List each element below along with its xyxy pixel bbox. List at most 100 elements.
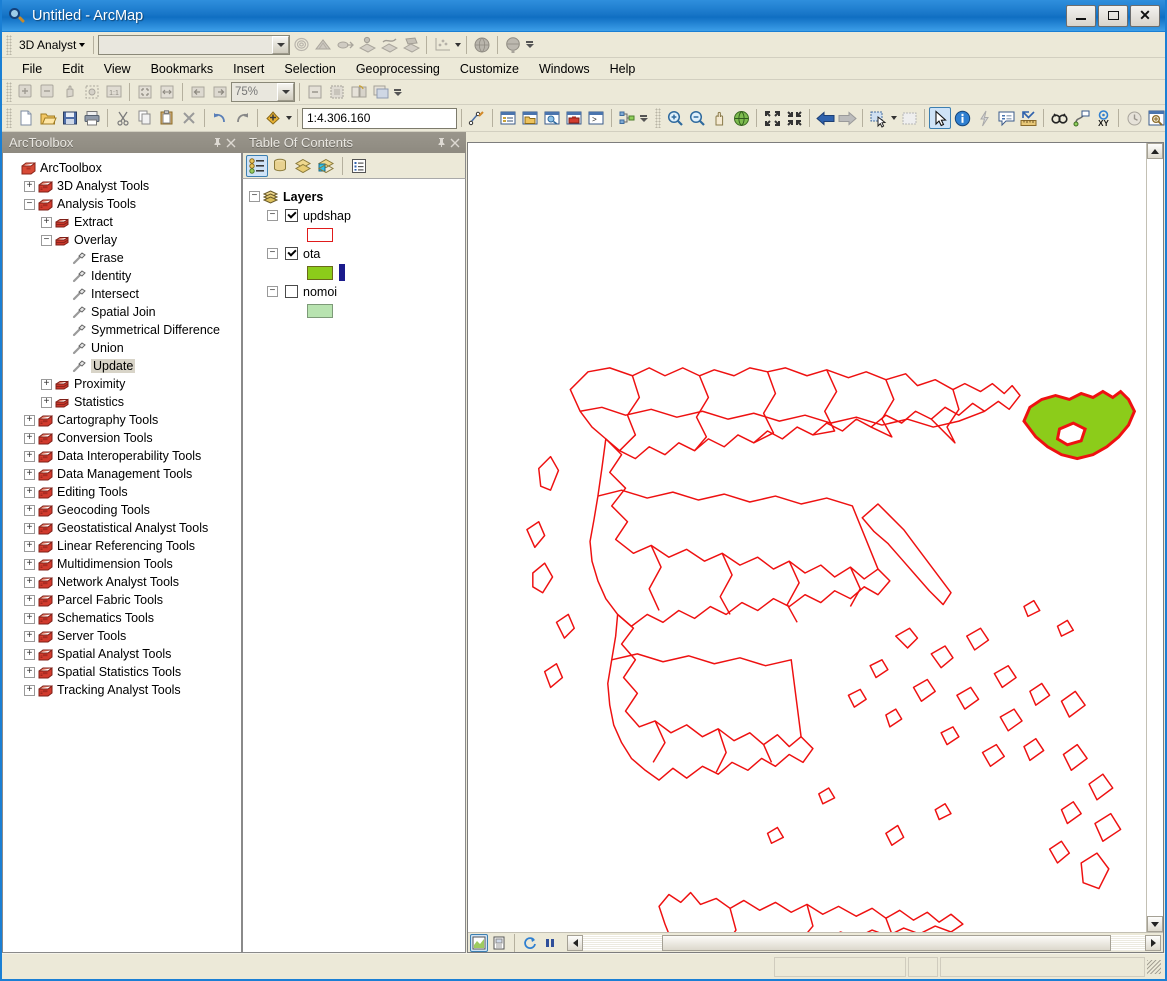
- copy-icon[interactable]: [134, 107, 156, 129]
- expand-toggle-icon[interactable]: +: [24, 432, 35, 444]
- toolbox-node[interactable]: + Network Analyst Tools: [7, 573, 241, 591]
- menu-selection[interactable]: Selection: [274, 60, 345, 78]
- zoom-out-fixed-icon[interactable]: [783, 107, 805, 129]
- vscroll-track[interactable]: [1147, 159, 1163, 916]
- arcglobe-icon[interactable]: [502, 34, 524, 56]
- list-by-selection-icon[interactable]: [315, 155, 337, 177]
- table-of-contents-icon[interactable]: [497, 107, 519, 129]
- toolbar-overflow-button[interactable]: [392, 81, 403, 103]
- expand-toggle-icon[interactable]: +: [41, 396, 52, 408]
- scroll-left-icon[interactable]: [567, 934, 583, 951]
- expand-toggle-icon[interactable]: +: [24, 504, 35, 516]
- zoom-page-width-icon[interactable]: [156, 81, 178, 103]
- collapse-toggle-icon[interactable]: −: [24, 198, 35, 210]
- scroll-up-icon[interactable]: [1147, 143, 1163, 159]
- editor-toolbar-icon[interactable]: [466, 107, 488, 129]
- toolbox-node[interactable]: + Parcel Fabric Tools: [7, 591, 241, 609]
- collapse-toggle-icon[interactable]: −: [267, 286, 278, 297]
- back-extent-icon[interactable]: [814, 107, 836, 129]
- scatter-plot-icon[interactable]: [431, 34, 453, 56]
- expand-toggle-icon[interactable]: +: [24, 666, 35, 678]
- pin-icon[interactable]: [210, 135, 224, 151]
- toolbox-node[interactable]: Update: [7, 357, 241, 375]
- expand-toggle-icon[interactable]: +: [24, 648, 35, 660]
- toggle-draft-mode-icon[interactable]: [304, 81, 326, 103]
- pause-drawing-icon[interactable]: [541, 934, 559, 952]
- open-icon[interactable]: [37, 107, 59, 129]
- layout-view-icon[interactable]: [490, 934, 508, 952]
- forward-extent-icon[interactable]: [836, 107, 858, 129]
- expand-toggle-icon[interactable]: +: [24, 450, 35, 462]
- close-icon[interactable]: [448, 135, 462, 151]
- full-extent-icon[interactable]: [730, 107, 752, 129]
- map-vertical-scrollbar[interactable]: [1146, 143, 1163, 932]
- expand-toggle-icon[interactable]: +: [41, 216, 52, 228]
- change-layout-icon[interactable]: [348, 81, 370, 103]
- arctoolbox-icon[interactable]: [563, 107, 585, 129]
- toc-layer-row[interactable]: − updshap: [249, 206, 465, 225]
- menu-geoprocessing[interactable]: Geoprocessing: [346, 60, 450, 78]
- print-icon[interactable]: [81, 107, 103, 129]
- menu-insert[interactable]: Insert: [223, 60, 274, 78]
- layer-visibility-checkbox[interactable]: [285, 285, 298, 298]
- select-elements-icon[interactable]: [929, 107, 951, 129]
- find-route-icon[interactable]: [1070, 107, 1092, 129]
- toolbox-node[interactable]: + Linear Referencing Tools: [7, 537, 241, 555]
- resize-grip-icon[interactable]: [1147, 959, 1161, 974]
- toolbar-overflow-button[interactable]: [524, 34, 535, 56]
- menu-help[interactable]: Help: [600, 60, 646, 78]
- collapse-toggle-icon[interactable]: −: [267, 210, 278, 221]
- toolbox-node[interactable]: + Conversion Tools: [7, 429, 241, 447]
- toolbar-gripper[interactable]: [6, 82, 12, 102]
- chevron-down-icon[interactable]: [284, 107, 293, 129]
- 3d-analyst-menu-button[interactable]: 3D Analyst: [15, 36, 89, 54]
- toolbox-node[interactable]: + Schematics Tools: [7, 609, 241, 627]
- create-viewer-window-icon[interactable]: [1145, 107, 1167, 129]
- chevron-down-icon[interactable]: [889, 107, 898, 129]
- zoom-in-icon[interactable]: [664, 107, 686, 129]
- toolbox-node[interactable]: − Analysis Tools: [7, 195, 241, 213]
- toolbox-node[interactable]: Spatial Join: [7, 303, 241, 321]
- search-window-icon[interactable]: [541, 107, 563, 129]
- line-interpolation-icon[interactable]: [378, 34, 400, 56]
- collapse-toggle-icon[interactable]: −: [267, 248, 278, 259]
- hyperlink-icon[interactable]: [973, 107, 995, 129]
- find-icon[interactable]: [1048, 107, 1070, 129]
- layer-symbol-swatch[interactable]: [307, 303, 333, 318]
- paste-icon[interactable]: [156, 107, 178, 129]
- collapse-toggle-icon[interactable]: −: [41, 234, 52, 246]
- toc-tree-container[interactable]: − Layers − updshap − ota − nomoi: [242, 179, 466, 953]
- layer-symbol-row[interactable]: [249, 263, 465, 282]
- toolbox-node[interactable]: ArcToolbox: [7, 159, 241, 177]
- add-data-icon[interactable]: [262, 107, 284, 129]
- maximize-button[interactable]: [1098, 4, 1128, 27]
- pan-icon[interactable]: [59, 81, 81, 103]
- menu-customize[interactable]: Customize: [450, 60, 529, 78]
- expand-toggle-icon[interactable]: +: [24, 684, 35, 696]
- zoom-out-icon[interactable]: [37, 81, 59, 103]
- minimize-button[interactable]: [1066, 4, 1096, 27]
- globe-scene-icon[interactable]: [471, 34, 493, 56]
- go-to-xy-icon[interactable]: XY: [1092, 107, 1114, 129]
- cut-icon[interactable]: [112, 107, 134, 129]
- identify-icon[interactable]: [951, 107, 973, 129]
- close-icon[interactable]: [224, 135, 238, 151]
- expand-toggle-icon[interactable]: +: [24, 576, 35, 588]
- area-interpolation-icon[interactable]: [400, 34, 422, 56]
- zoom-out-icon[interactable]: [686, 107, 708, 129]
- zoom-in-icon[interactable]: [15, 81, 37, 103]
- chevron-down-icon[interactable]: [453, 34, 462, 56]
- toolbox-node[interactable]: Identity: [7, 267, 241, 285]
- data-view-icon[interactable]: [470, 933, 488, 952]
- go-forward-extent-icon[interactable]: [209, 81, 231, 103]
- toolbar-gripper[interactable]: [6, 108, 12, 128]
- toolbar-gripper[interactable]: [655, 108, 661, 128]
- scroll-right-icon[interactable]: [1145, 934, 1161, 951]
- toolbar-gripper[interactable]: [6, 34, 12, 55]
- expand-toggle-icon[interactable]: +: [41, 378, 52, 390]
- data-driven-pages-icon[interactable]: [370, 81, 392, 103]
- save-icon[interactable]: [59, 107, 81, 129]
- new-document-icon[interactable]: [15, 107, 37, 129]
- expand-toggle-icon[interactable]: +: [24, 594, 35, 606]
- toolbox-node[interactable]: Symmetrical Difference: [7, 321, 241, 339]
